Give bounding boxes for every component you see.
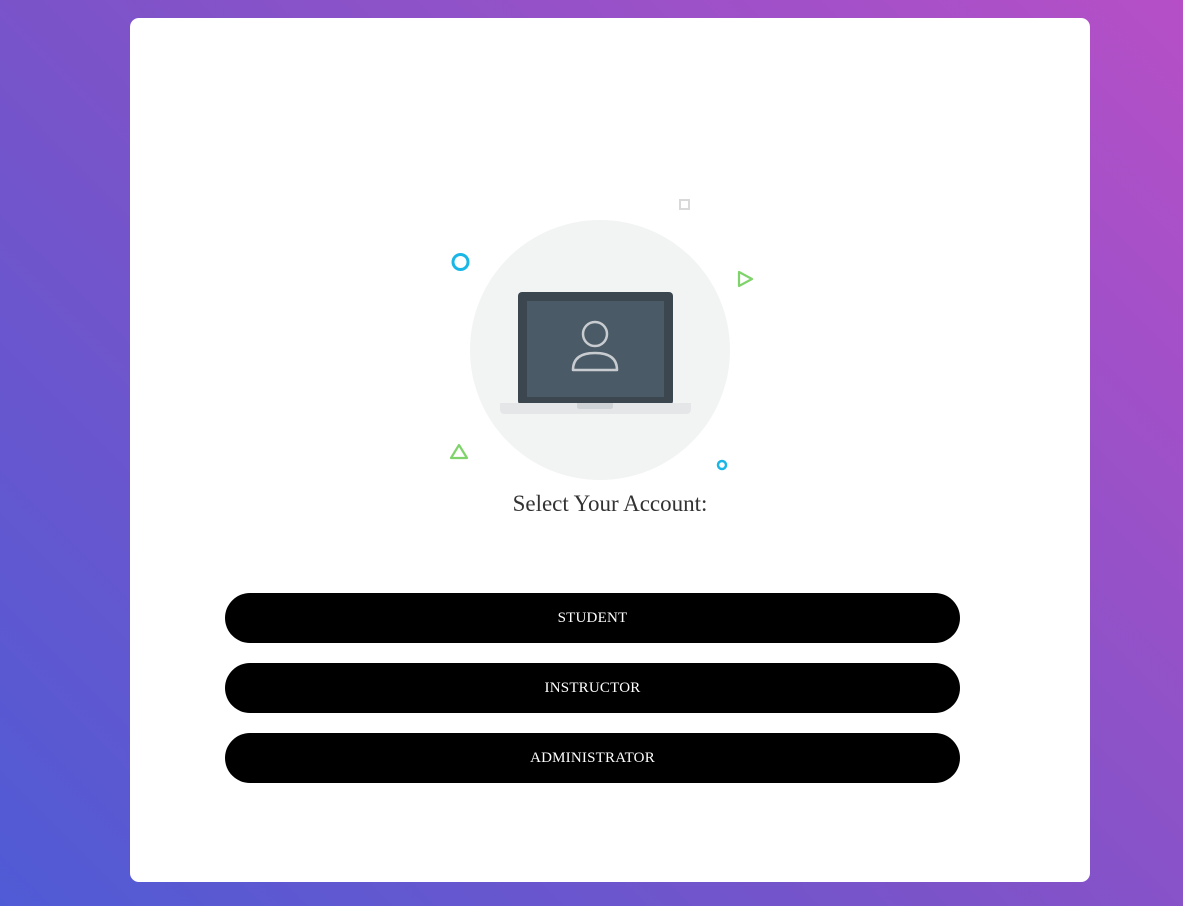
administrator-button[interactable]: ADMINISTRATOR — [225, 733, 960, 783]
role-button-list: STUDENT INSTRUCTOR ADMINISTRATOR — [225, 593, 960, 803]
decor-circle-icon — [451, 253, 470, 271]
laptop-user-illustration — [440, 190, 780, 510]
select-account-prompt: Select Your Account: — [512, 491, 708, 516]
decor-small-circle-icon — [716, 459, 728, 471]
laptop-user-icon — [449, 199, 754, 480]
account-select-card: Select Your Account: STUDENT INSTRUCTOR … — [130, 18, 1090, 882]
laptop-screen — [527, 301, 664, 397]
decor-square-icon — [679, 199, 690, 210]
student-button[interactable]: STUDENT — [225, 593, 960, 643]
instructor-button[interactable]: INSTRUCTOR — [225, 663, 960, 713]
laptop-notch — [577, 403, 613, 409]
decor-triangle-icon — [449, 443, 469, 460]
decor-play-triangle-icon — [737, 270, 754, 288]
